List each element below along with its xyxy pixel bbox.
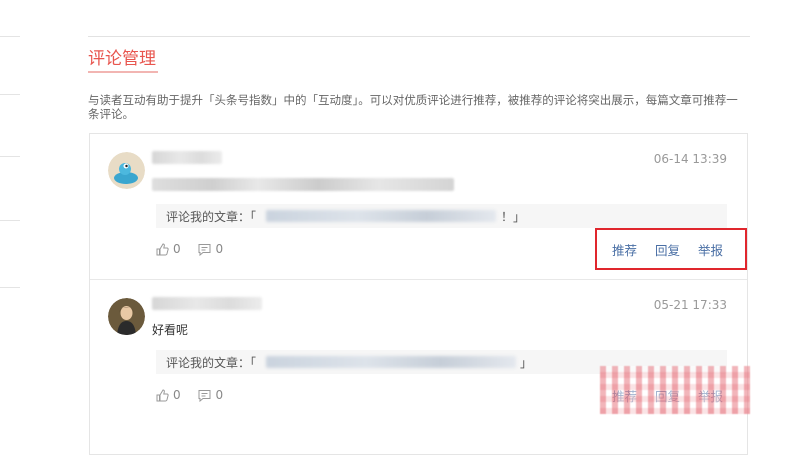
commenter-name[interactable] <box>152 297 262 310</box>
section-description: 与读者互动有助于提升「头条号指数」中的「互动度」。可以对优质评论进行推荐，被推荐… <box>88 93 738 121</box>
sidebar-divider <box>0 36 20 37</box>
comment-content-redacted <box>152 178 454 191</box>
comment-stats: 0 0 <box>156 388 237 405</box>
comment-item: 好看呢 05-21 17:33 评论我的文章：「 」 0 0 推荐 回复 举报 <box>90 279 747 425</box>
comment-actions: 推荐 回复 举报 <box>598 386 723 405</box>
header-divider <box>88 36 750 37</box>
reply-count[interactable]: 0 <box>198 388 223 402</box>
reply-button[interactable]: 回复 <box>655 243 680 258</box>
comment-content: 好看呢 <box>152 323 189 337</box>
recommend-button[interactable]: 推荐 <box>612 243 637 258</box>
commenter-name[interactable] <box>152 151 222 164</box>
comment-time: 06-14 13:39 <box>653 152 727 166</box>
article-reference: 评论我的文章：「 」 <box>156 350 727 374</box>
reply-count-value: 0 <box>215 388 224 402</box>
comment-list: 06-14 13:39 评论我的文章：「 ！」 0 0 推荐 回复 举报 好看呢… <box>89 133 748 455</box>
title-underline <box>88 71 158 73</box>
like-count[interactable]: 0 <box>156 388 181 402</box>
sidebar-divider <box>0 220 20 221</box>
reply-button[interactable]: 回复 <box>655 389 680 404</box>
comment-time: 05-21 17:33 <box>653 298 727 312</box>
comment-stats: 0 0 <box>156 242 237 259</box>
avatar[interactable] <box>108 152 145 189</box>
sidebar-divider <box>0 287 20 288</box>
article-label: 评论我的文章：「 <box>166 356 257 370</box>
article-title-redacted[interactable] <box>266 210 496 222</box>
reply-count-value: 0 <box>215 242 224 256</box>
like-count-value: 0 <box>173 388 181 402</box>
comment-bubble-icon <box>198 389 211 402</box>
article-reference: 评论我的文章：「 ！」 <box>156 204 727 228</box>
article-end: ！」 <box>501 210 526 224</box>
reply-count[interactable]: 0 <box>198 242 223 256</box>
comment-bubble-icon <box>198 243 211 256</box>
thumbs-up-icon <box>156 242 169 255</box>
article-title-redacted[interactable] <box>266 356 516 368</box>
like-count[interactable]: 0 <box>156 242 181 256</box>
article-label: 评论我的文章：「 <box>166 210 257 224</box>
sidebar-divider <box>0 94 20 95</box>
sidebar-divider <box>0 156 20 157</box>
avatar[interactable] <box>108 298 145 335</box>
thumbs-up-icon <box>156 388 169 401</box>
page-title: 评论管理 <box>88 49 156 69</box>
comment-item: 06-14 13:39 评论我的文章：「 ！」 0 0 推荐 回复 举报 <box>90 134 747 279</box>
article-end: 」 <box>520 356 533 370</box>
recommend-button[interactable]: 推荐 <box>612 389 637 404</box>
report-button[interactable]: 举报 <box>698 389 723 404</box>
report-button[interactable]: 举报 <box>698 243 723 258</box>
comment-actions: 推荐 回复 举报 <box>598 240 723 259</box>
like-count-value: 0 <box>173 242 181 256</box>
